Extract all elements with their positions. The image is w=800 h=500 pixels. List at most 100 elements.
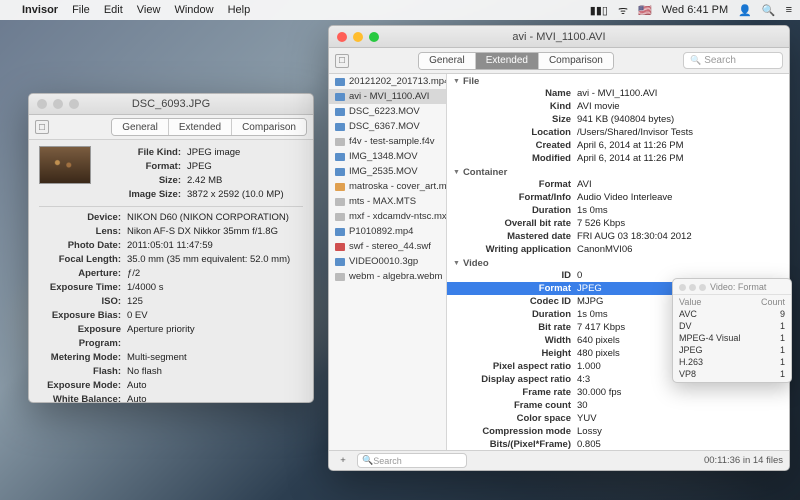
stats-row[interactable]: VP81 bbox=[673, 368, 791, 380]
detail-key: Location bbox=[447, 126, 577, 139]
detail-value: AVI bbox=[577, 178, 789, 191]
tab-comparison[interactable]: Comparison bbox=[539, 53, 613, 69]
property-row: Format:JPEG bbox=[99, 160, 303, 174]
stats-row[interactable]: JPEG1 bbox=[673, 344, 791, 356]
property-key: White Balance: bbox=[39, 393, 127, 402]
detail-row[interactable]: FormatAVI bbox=[447, 178, 789, 191]
detail-value: AVI movie bbox=[577, 100, 789, 113]
section-video[interactable]: Video bbox=[447, 256, 789, 269]
battery-icon[interactable]: ▮▮▯ bbox=[590, 4, 608, 17]
thumbnail bbox=[39, 146, 91, 184]
property-row: Metering Mode:Multi-segment bbox=[39, 351, 303, 365]
detail-row[interactable]: Size941 KB (940804 bytes) bbox=[447, 113, 789, 126]
file-item[interactable]: IMG_1348.MOV bbox=[329, 149, 446, 164]
file-item[interactable]: DSC_6367.MOV bbox=[329, 119, 446, 134]
property-key: Metering Mode: bbox=[39, 351, 127, 365]
menu-help[interactable]: Help bbox=[228, 4, 251, 16]
clock[interactable]: Wed 6:41 PM bbox=[662, 4, 728, 16]
stats-count: 1 bbox=[755, 356, 785, 368]
titlebar[interactable]: DSC_6093.JPG bbox=[29, 94, 313, 115]
user-icon[interactable]: 👤 bbox=[738, 4, 752, 17]
detail-row[interactable]: Writing applicationCanonMVI06 bbox=[447, 243, 789, 256]
detail-row[interactable]: Location/Users/Shared/Invisor Tests bbox=[447, 126, 789, 139]
menu-edit[interactable]: Edit bbox=[104, 4, 123, 16]
titlebar[interactable]: avi - MVI_1100.AVI bbox=[329, 26, 789, 48]
file-item[interactable]: IMG_2535.MOV bbox=[329, 164, 446, 179]
detail-row[interactable]: Nameavi - MVI_1100.AVI bbox=[447, 87, 789, 100]
detail-key: ID bbox=[447, 269, 577, 282]
file-list[interactable]: 20121202_201713.mp4avi - MVI_1100.AVIDSC… bbox=[329, 74, 447, 450]
section-container[interactable]: Container bbox=[447, 165, 789, 178]
stats-value: AVC bbox=[679, 308, 755, 320]
detail-row[interactable]: Overall bit rate7 526 Kbps bbox=[447, 217, 789, 230]
property-value: Multi-segment bbox=[127, 351, 303, 365]
tab-extended[interactable]: Extended bbox=[476, 53, 539, 69]
detail-row[interactable]: CreatedApril 6, 2014 at 11:26 PM bbox=[447, 139, 789, 152]
detail-value: 0.805 bbox=[577, 438, 789, 450]
detail-row[interactable]: Bits/(Pixel*Frame)0.805 bbox=[447, 438, 789, 450]
app-menu[interactable]: Invisor bbox=[22, 4, 58, 16]
property-row: Lens:Nikon AF-S DX Nikkor 35mm f/1.8G bbox=[39, 225, 303, 239]
toggle-sidebar-icon[interactable]: ☐ bbox=[335, 54, 349, 68]
file-name: matroska - cover_art.mkv bbox=[349, 181, 446, 192]
stats-row[interactable]: AVC9 bbox=[673, 308, 791, 320]
property-value: JPEG bbox=[187, 160, 303, 174]
detail-value: 7 526 Kbps bbox=[577, 217, 789, 230]
property-value: 1/4000 s bbox=[127, 281, 303, 295]
file-item[interactable]: 20121202_201713.mp4 bbox=[329, 74, 446, 89]
file-item[interactable]: webm - algebra.webm bbox=[329, 269, 446, 284]
file-item[interactable]: f4v - test-sample.f4v bbox=[329, 134, 446, 149]
detail-key: Bits/(Pixel*Frame) bbox=[447, 438, 577, 450]
add-button[interactable]: + bbox=[335, 455, 351, 466]
detail-row[interactable]: Frame count30 bbox=[447, 399, 789, 412]
menu-window[interactable]: Window bbox=[174, 4, 213, 16]
window-title: DSC_6093.JPG bbox=[29, 98, 313, 110]
stats-popover[interactable]: Video: Format Value Count AVC9DV1MPEG-4 … bbox=[672, 278, 792, 383]
file-item[interactable]: VIDEO0010.3gp bbox=[329, 254, 446, 269]
spotlight-icon[interactable]: 🔍 bbox=[762, 4, 776, 17]
property-key: Lens: bbox=[39, 225, 127, 239]
file-item[interactable]: P1010892.mp4 bbox=[329, 224, 446, 239]
file-item[interactable]: DSC_6223.MOV bbox=[329, 104, 446, 119]
detail-row[interactable]: Format/InfoAudio Video Interleave bbox=[447, 191, 789, 204]
file-icon bbox=[335, 78, 345, 86]
file-icon bbox=[335, 243, 345, 251]
input-flag-icon[interactable]: 🇺🇸 bbox=[638, 4, 652, 17]
file-item[interactable]: mts - MAX.MTS bbox=[329, 194, 446, 209]
property-value: JPEG image bbox=[187, 146, 303, 160]
file-item[interactable]: swf - stereo_44.swf bbox=[329, 239, 446, 254]
property-key: Format: bbox=[99, 160, 187, 174]
detail-row[interactable]: Mastered dateFRI AUG 03 18:30:04 2012 bbox=[447, 230, 789, 243]
tab-general[interactable]: General bbox=[112, 119, 169, 135]
file-item[interactable]: matroska - cover_art.mkv bbox=[329, 179, 446, 194]
toggle-sidebar-icon[interactable]: ☐ bbox=[35, 120, 49, 134]
footer-search-input[interactable]: 🔍 Search bbox=[357, 453, 467, 468]
stats-row[interactable]: H.2631 bbox=[673, 356, 791, 368]
notification-icon[interactable]: ≡ bbox=[786, 4, 792, 16]
detail-pane[interactable]: File Nameavi - MVI_1100.AVIKindAVI movie… bbox=[447, 74, 789, 450]
property-row: Exposure Program:Aperture priority bbox=[39, 323, 303, 351]
detail-row[interactable]: KindAVI movie bbox=[447, 100, 789, 113]
section-file[interactable]: File bbox=[447, 74, 789, 87]
property-row: Focal Length:35.0 mm (35 mm equivalent: … bbox=[39, 253, 303, 267]
detail-row[interactable]: ModifiedApril 6, 2014 at 11:26 PM bbox=[447, 152, 789, 165]
detail-row[interactable]: Frame rate30.000 fps bbox=[447, 386, 789, 399]
file-item[interactable]: mxf - xdcamdv-ntsc.mxf bbox=[329, 209, 446, 224]
property-key: Focal Length: bbox=[39, 253, 127, 267]
detail-key: Mastered date bbox=[447, 230, 577, 243]
property-row: Exposure Mode:Auto bbox=[39, 379, 303, 393]
detail-row[interactable]: Color spaceYUV bbox=[447, 412, 789, 425]
stats-row[interactable]: DV1 bbox=[673, 320, 791, 332]
detail-row[interactable]: Compression modeLossy bbox=[447, 425, 789, 438]
menu-view[interactable]: View bbox=[137, 4, 161, 16]
tab-comparison[interactable]: Comparison bbox=[232, 119, 306, 135]
search-input[interactable]: Search bbox=[683, 52, 783, 69]
stats-count: 1 bbox=[755, 320, 785, 332]
wifi-icon[interactable]: ᯤ bbox=[618, 3, 628, 18]
menu-file[interactable]: File bbox=[72, 4, 90, 16]
detail-row[interactable]: Duration1s 0ms bbox=[447, 204, 789, 217]
tab-general[interactable]: General bbox=[419, 53, 476, 69]
stats-row[interactable]: MPEG-4 Visual1 bbox=[673, 332, 791, 344]
tab-extended[interactable]: Extended bbox=[169, 119, 232, 135]
file-item[interactable]: avi - MVI_1100.AVI bbox=[329, 89, 446, 104]
